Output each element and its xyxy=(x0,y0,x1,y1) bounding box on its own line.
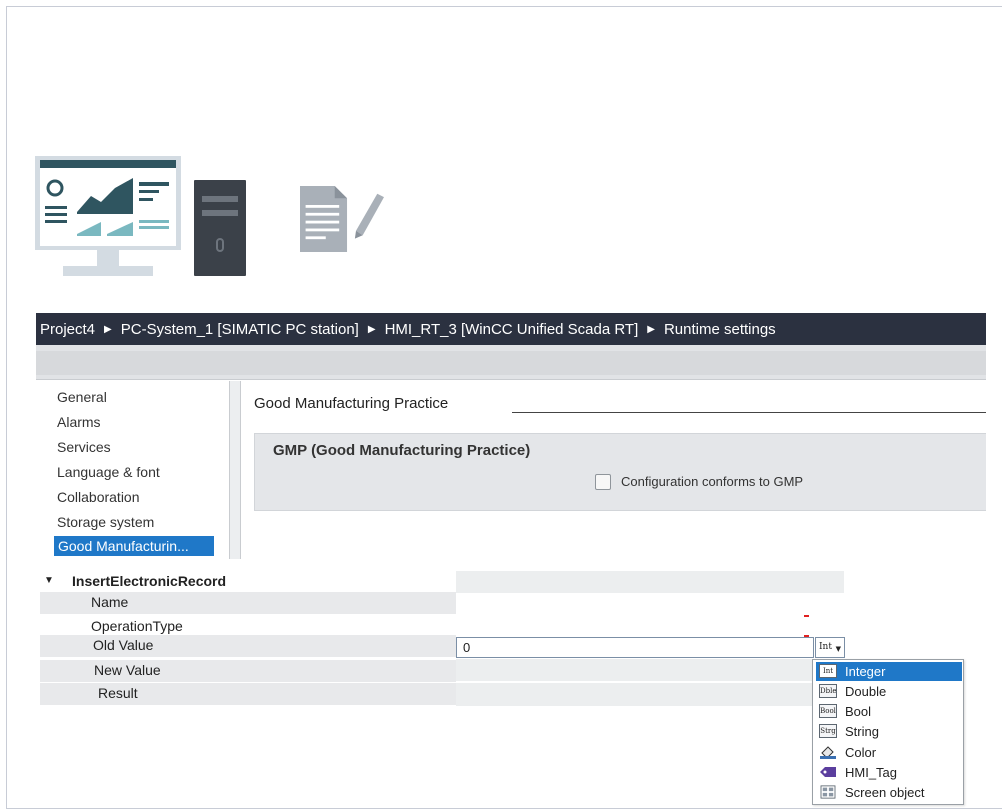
type-selector-button[interactable]: Int ▼ xyxy=(815,637,845,658)
grid-row-new-value[interactable]: New Value xyxy=(40,660,456,682)
grid-root-label: InsertElectronicRecord xyxy=(72,573,227,589)
grid-root-row[interactable]: ▼ InsertElectronicRecord xyxy=(40,571,456,593)
integer-type-icon: Int xyxy=(819,664,837,678)
type-selector-label: Int xyxy=(819,642,832,652)
grid-row-old-value[interactable]: Old Value xyxy=(40,635,456,657)
nav-item-services[interactable]: Services xyxy=(57,439,111,455)
type-option-label: Bool xyxy=(845,704,872,719)
gmp-checkbox[interactable] xyxy=(595,474,611,490)
type-option-string[interactable]: Strg String xyxy=(816,722,962,741)
breadcrumb-separator-icon: ▶ xyxy=(367,323,376,335)
settings-nav: General Alarms Services Language & font … xyxy=(36,381,232,559)
settings-content: Good Manufacturing Practice GMP (Good Ma… xyxy=(242,381,986,559)
breadcrumb: Project4 ▶ PC-System_1 [SIMATIC PC stati… xyxy=(36,313,986,345)
old-value-input[interactable]: 0 xyxy=(456,637,814,658)
toolbar-strip xyxy=(36,345,986,380)
nav-item-alarms[interactable]: Alarms xyxy=(57,414,101,430)
gmp-group: GMP (Good Manufacturing Practice) Config… xyxy=(254,433,986,511)
document-edit-icon xyxy=(300,185,384,253)
section-title: Good Manufacturing Practice xyxy=(254,395,449,412)
grid-row-label: Old Value xyxy=(93,637,154,653)
tower-slot xyxy=(202,196,238,202)
grid-value-root xyxy=(456,571,844,593)
grid-value-new-value[interactable] xyxy=(456,659,844,681)
type-dropdown: Int Integer Dble Double Bool Bool Strg S… xyxy=(812,659,964,805)
type-option-label: Screen object xyxy=(845,785,925,800)
bool-type-icon: Bool xyxy=(819,704,837,718)
grid-row-label: Result xyxy=(98,685,138,701)
type-option-label: Integer xyxy=(845,664,886,679)
nav-item-collaboration[interactable]: Collaboration xyxy=(57,489,140,505)
type-option-label: String xyxy=(845,724,879,739)
breadcrumb-item-pc-system[interactable]: PC-System_1 [SIMATIC PC station] xyxy=(121,321,359,338)
nav-item-good-manufacturing[interactable]: Good Manufacturin... xyxy=(54,536,214,556)
color-icon xyxy=(820,746,836,759)
tower-lock xyxy=(216,238,224,252)
type-option-screen-object[interactable]: Screen object xyxy=(816,783,962,802)
breadcrumb-separator-icon: ▶ xyxy=(647,323,655,335)
grid-value-name[interactable] xyxy=(456,593,844,616)
section-divider xyxy=(512,412,986,413)
grid-row-label: Name xyxy=(91,594,129,610)
type-option-integer[interactable]: Int Integer xyxy=(816,662,962,681)
breadcrumb-item-project[interactable]: Project4 xyxy=(40,321,95,338)
breadcrumb-item-runtime-settings[interactable]: Runtime settings xyxy=(664,321,776,338)
chevron-down-icon: ▼ xyxy=(835,645,841,653)
type-option-label: HMI_Tag xyxy=(845,765,898,780)
double-type-icon: Dble xyxy=(819,684,837,698)
grid-row-label: New Value xyxy=(94,662,161,678)
gmp-checkbox-label[interactable]: Configuration conforms to GMP xyxy=(621,474,803,489)
nav-item-storage-system[interactable]: Storage system xyxy=(57,514,154,530)
grid-value-operation-type[interactable] xyxy=(456,616,844,636)
type-option-hmi-tag[interactable]: HMI_Tag xyxy=(816,763,962,782)
grid-row-label: OperationType xyxy=(91,618,183,634)
type-option-label: Double xyxy=(845,684,887,699)
nav-item-language-font[interactable]: Language & font xyxy=(57,464,160,480)
type-option-bool[interactable]: Bool Bool xyxy=(816,702,962,721)
tower-slot xyxy=(202,210,238,216)
toolbar-band xyxy=(36,351,986,375)
type-option-label: Color xyxy=(845,745,877,760)
type-option-double[interactable]: Dble Double xyxy=(816,682,962,701)
gmp-group-title: GMP (Good Manufacturing Practice) xyxy=(273,442,531,459)
collapse-triangle-icon[interactable]: ▼ xyxy=(44,575,54,586)
string-type-icon: Strg xyxy=(819,724,837,738)
nav-splitter[interactable] xyxy=(229,381,241,559)
nav-item-general[interactable]: General xyxy=(57,389,107,405)
property-grid-labels: ▼ InsertElectronicRecord Name OperationT… xyxy=(40,571,456,706)
breadcrumb-separator-icon: ▶ xyxy=(104,323,112,335)
type-option-color[interactable]: Color xyxy=(816,743,962,762)
breadcrumb-item-hmi-rt[interactable]: HMI_RT_3 [WinCC Unified Scada RT] xyxy=(385,321,639,338)
pc-tower-icon xyxy=(194,180,246,276)
hmi-monitor-icon xyxy=(35,156,181,276)
hmi-tag-icon xyxy=(820,767,836,777)
screen-object-icon xyxy=(820,785,836,799)
error-marker xyxy=(804,615,809,617)
grid-value-result[interactable] xyxy=(456,683,844,706)
grid-row-name[interactable]: Name xyxy=(40,592,456,614)
grid-row-result[interactable]: Result xyxy=(40,683,456,705)
